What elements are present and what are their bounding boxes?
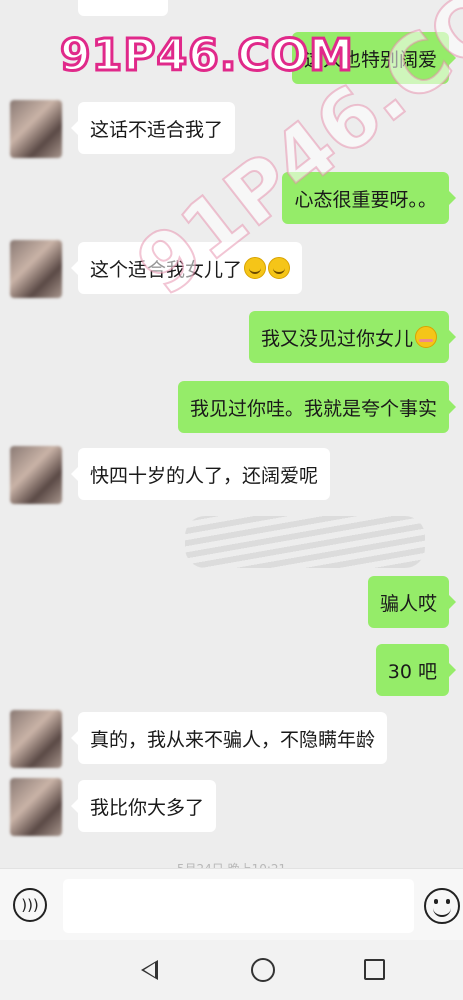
- avatar[interactable]: [10, 710, 62, 768]
- system-nav-bar: [0, 940, 463, 1000]
- blushing-face-icon: [415, 326, 437, 348]
- timestamp: 5月24日 晚上10:21: [0, 860, 463, 868]
- message-bubble[interactable]: 这个适合我女儿了: [70, 242, 303, 294]
- message-bubble[interactable]: 我又没见过你女儿: [248, 311, 457, 363]
- recent-apps-icon[interactable]: [364, 959, 385, 980]
- watermark: 91P46.COM: [59, 29, 355, 83]
- message-bubble[interactable]: 我比你大多了: [70, 780, 217, 832]
- redaction-scribble: [185, 516, 425, 568]
- emoji-icon[interactable]: [424, 888, 460, 924]
- input-bar: ))): [0, 868, 463, 941]
- message-bubble[interactable]: 快四十岁的人了，还阔爱呢: [70, 448, 331, 500]
- crying-face-icon: [268, 257, 291, 279]
- message-input[interactable]: [63, 879, 414, 933]
- voice-icon[interactable]: ))): [13, 888, 47, 922]
- home-icon[interactable]: [251, 958, 275, 982]
- message-bubble-partial: [78, 0, 168, 16]
- chat-area[interactable]: 这人也特别阔爱 这话不适合我了 心态很重要呀。。 这个适合我女儿了 我又没见过你…: [0, 0, 463, 868]
- back-icon[interactable]: [141, 960, 158, 980]
- avatar[interactable]: [10, 778, 62, 836]
- message-bubble[interactable]: 心态很重要呀。。: [282, 172, 456, 224]
- crying-face-icon: [244, 257, 267, 279]
- avatar[interactable]: [10, 240, 62, 298]
- avatar[interactable]: [10, 446, 62, 504]
- message-bubble[interactable]: 真的，我从来不骗人，不隐瞒年龄: [70, 712, 388, 764]
- message-bubble[interactable]: 我见过你哇。我就是夸个事实: [177, 381, 457, 433]
- message-bubble[interactable]: 这话不适合我了: [70, 102, 236, 154]
- avatar[interactable]: [10, 100, 62, 158]
- message-bubble[interactable]: 30 吧: [375, 644, 457, 696]
- message-bubble[interactable]: 骗人哎: [367, 576, 457, 628]
